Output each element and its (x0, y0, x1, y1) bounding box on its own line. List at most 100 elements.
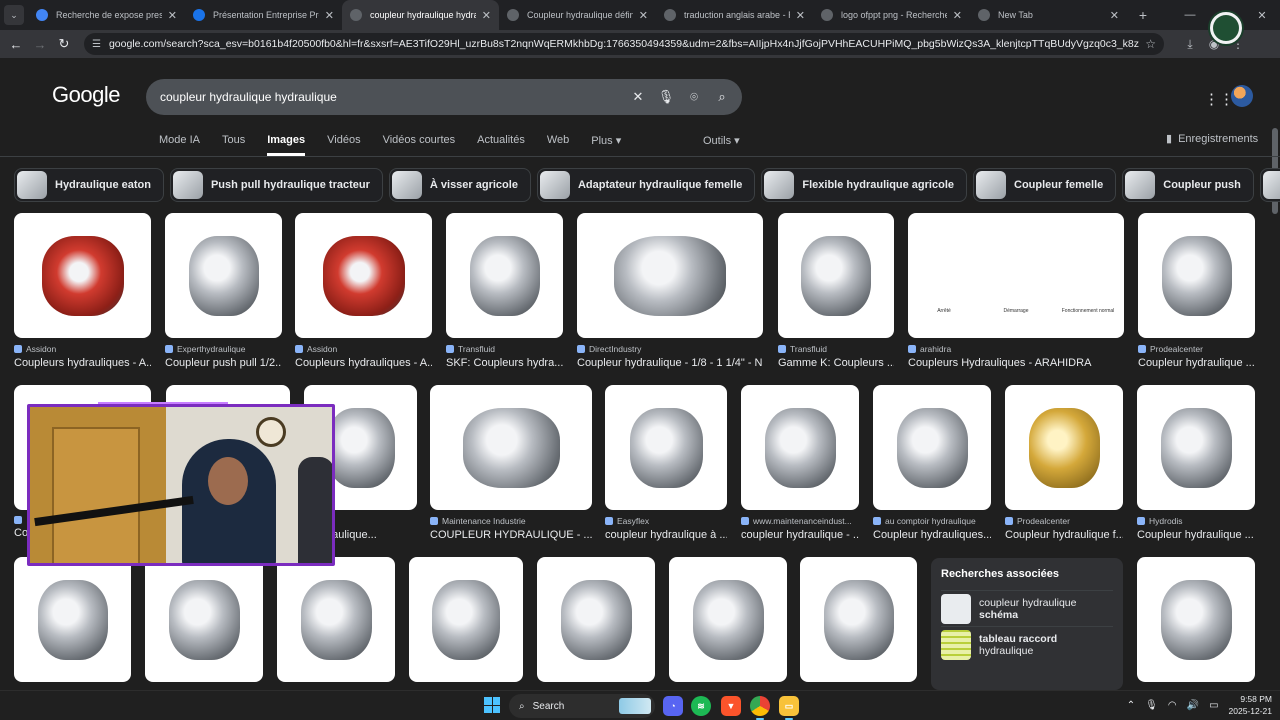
result-source[interactable]: Hydrodis (1137, 516, 1255, 526)
result-thumbnail[interactable] (14, 213, 151, 338)
result-title[interactable]: coupleur hydraulique - ... (741, 529, 859, 541)
volume-icon[interactable]: 🔊 (1187, 700, 1199, 711)
result-thumbnail[interactable] (430, 385, 592, 510)
tab-close-icon[interactable]: ✕ (482, 9, 491, 22)
tab-tous[interactable]: Tous (222, 134, 245, 156)
file-explorer-icon[interactable]: ▭ (779, 696, 799, 720)
result-title[interactable]: Coupleurs hydrauliques - A... (14, 357, 151, 369)
tab-close-icon[interactable]: ✕ (1110, 9, 1119, 22)
tab-plus[interactable]: Plus ▾ (591, 134, 621, 156)
reload-icon[interactable]: ↻ (52, 36, 76, 52)
suggestion-chip[interactable]: Flexible hydraulique agricole (761, 168, 967, 202)
suggestion-chip[interactable]: Coupleur push (1122, 168, 1254, 202)
related-item[interactable]: coupleur hydraulique schéma (941, 590, 1113, 626)
bookmark-star-icon[interactable]: ☆ (1145, 37, 1156, 51)
suggestion-chip[interactable]: Adaptateur hydraulique femelle (536, 168, 756, 202)
result-thumbnail[interactable]: Arrêté Démarrage Fonctionnement normal (908, 213, 1124, 338)
result-title[interactable]: SKF: Coupleurs hydra... (446, 357, 563, 369)
start-icon[interactable] (484, 697, 500, 713)
address-bar[interactable]: ☰ google.com/search?sca_esv=b0161b4f2050… (84, 33, 1164, 55)
result-thumbnail[interactable] (605, 385, 727, 510)
browser-tab[interactable]: logo ofppt png - Recherche G ✕ (813, 0, 970, 30)
result-title[interactable]: Coupleur hydraulique ... (1138, 357, 1255, 369)
result-thumbnail[interactable] (277, 557, 395, 682)
back-icon[interactable]: ← (4, 37, 28, 52)
result-thumbnail[interactable] (1138, 213, 1255, 338)
result-thumbnail[interactable] (577, 213, 763, 338)
search-icon[interactable]: ⌕ (708, 89, 736, 105)
tools-button[interactable]: Outils ▾ (703, 134, 740, 147)
new-tab-button[interactable]: + (1133, 7, 1153, 23)
tab-search-button[interactable]: ⌄ (4, 5, 24, 25)
result-thumbnail[interactable] (1005, 385, 1123, 510)
browser-tab[interactable]: New Tab ✕ (970, 0, 1127, 30)
lens-icon[interactable]: ⌾ (680, 89, 708, 105)
search-input[interactable]: coupleur hydraulique hydraulique (160, 90, 624, 104)
tab-web[interactable]: Web (547, 134, 569, 156)
avatar[interactable] (1231, 85, 1253, 107)
chevron-up-icon[interactable]: ⌃ (1127, 700, 1135, 711)
download-icon[interactable]: ⤓ (1178, 37, 1202, 52)
tab-close-icon[interactable]: ✕ (953, 9, 962, 22)
result-source[interactable]: Easyflex (605, 516, 727, 526)
saved-button[interactable]: ▮ Enregistrements (1166, 132, 1258, 146)
image-result[interactable]: Experthydraulique Coupleur push pull 1/2.… (165, 213, 282, 369)
result-thumbnail[interactable] (1137, 557, 1255, 682)
browser-tab[interactable]: coupleur hydraulique hydrau ✕ (342, 0, 499, 30)
suggestion-chip[interactable]: Raccord rapide (1259, 168, 1280, 202)
browser-tab[interactable]: Coupleur hydraulique définiti ✕ (499, 0, 656, 30)
image-result[interactable]: www.maintenanceindust... coupleur hydraul… (741, 385, 859, 541)
image-result[interactable] (537, 557, 655, 682)
spotify-icon[interactable]: ≋ (691, 696, 711, 716)
tab-images[interactable]: Images (267, 134, 306, 156)
network-icon[interactable]: ◠ (1168, 700, 1177, 711)
image-result[interactable] (145, 557, 263, 682)
clear-icon[interactable]: ✕ (624, 89, 652, 105)
result-title[interactable]: coupleur hydraulique à ... (605, 529, 727, 541)
result-title[interactable]: Gamme K: Coupleurs ... (778, 357, 894, 369)
result-source[interactable]: au comptoir hydraulique (873, 516, 991, 526)
image-result[interactable]: Transfluid SKF: Coupleurs hydra... (446, 213, 563, 369)
image-result[interactable]: Transfluid Gamme K: Coupleurs ... (778, 213, 894, 369)
search-box[interactable]: coupleur hydraulique hydraulique ✕ 🎙 ⌾ ⌕ (146, 79, 742, 115)
suggestion-chip[interactable]: Coupleur femelle (973, 168, 1117, 202)
result-title[interactable]: Coupleur push pull 1/2... (165, 357, 282, 369)
suggestion-chip[interactable]: Push pull hydraulique tracteur (169, 168, 383, 202)
result-thumbnail[interactable] (741, 385, 859, 510)
site-info-icon[interactable]: ☰ (92, 39, 101, 50)
minimize-icon[interactable]: — (1172, 9, 1208, 21)
result-thumbnail[interactable] (669, 557, 787, 682)
result-thumbnail[interactable] (165, 213, 282, 338)
result-thumbnail[interactable] (14, 557, 131, 682)
image-result[interactable]: Easyflex coupleur hydraulique à ... (605, 385, 727, 541)
result-thumbnail[interactable] (446, 213, 563, 338)
result-title[interactable]: Coupleur hydrauliques... (873, 529, 991, 541)
image-result[interactable] (1137, 557, 1255, 682)
taskbar-clock[interactable]: 9:58 PM 2025-12-21 (1229, 693, 1272, 717)
result-title[interactable]: Coupleurs hydrauliques - A... (295, 357, 432, 369)
result-thumbnail[interactable] (537, 557, 655, 682)
taskbar-search[interactable]: ⌕ Search (509, 694, 655, 718)
result-source[interactable]: Assidon (14, 344, 151, 354)
result-source[interactable]: Transfluid (778, 344, 894, 354)
image-result[interactable]: Prodealcenter Coupleur hydraulique ... (1138, 213, 1255, 369)
image-result[interactable] (14, 557, 131, 682)
image-result[interactable] (409, 557, 523, 682)
result-thumbnail[interactable] (295, 213, 432, 338)
image-result[interactable] (800, 557, 917, 682)
browser-tab[interactable]: Présentation Entreprise Profe ✕ (185, 0, 342, 30)
voice-search-icon[interactable]: 🎙 (652, 89, 680, 105)
google-logo[interactable]: Google (52, 82, 120, 108)
tab-videos-courtes[interactable]: Vidéos courtes (383, 134, 456, 156)
result-thumbnail[interactable] (409, 557, 523, 682)
image-result[interactable]: Assidon Coupleurs hydrauliques - A... (14, 213, 151, 369)
result-thumbnail[interactable] (1137, 385, 1255, 510)
image-result[interactable]: Prodealcenter Coupleur hydraulique f... (1005, 385, 1123, 541)
browser-tab[interactable]: Recherche de expose presen ✕ (28, 0, 185, 30)
result-source[interactable]: Maintenance Industrie (430, 516, 592, 526)
result-source[interactable]: Assidon (295, 344, 432, 354)
mic-icon[interactable]: 🎙 (1145, 700, 1158, 711)
tab-videos[interactable]: Vidéos (327, 134, 360, 156)
result-title[interactable]: Coupleur hydraulique ... (1137, 529, 1255, 541)
image-result[interactable]: Assidon Coupleurs hydrauliques - A... (295, 213, 432, 369)
